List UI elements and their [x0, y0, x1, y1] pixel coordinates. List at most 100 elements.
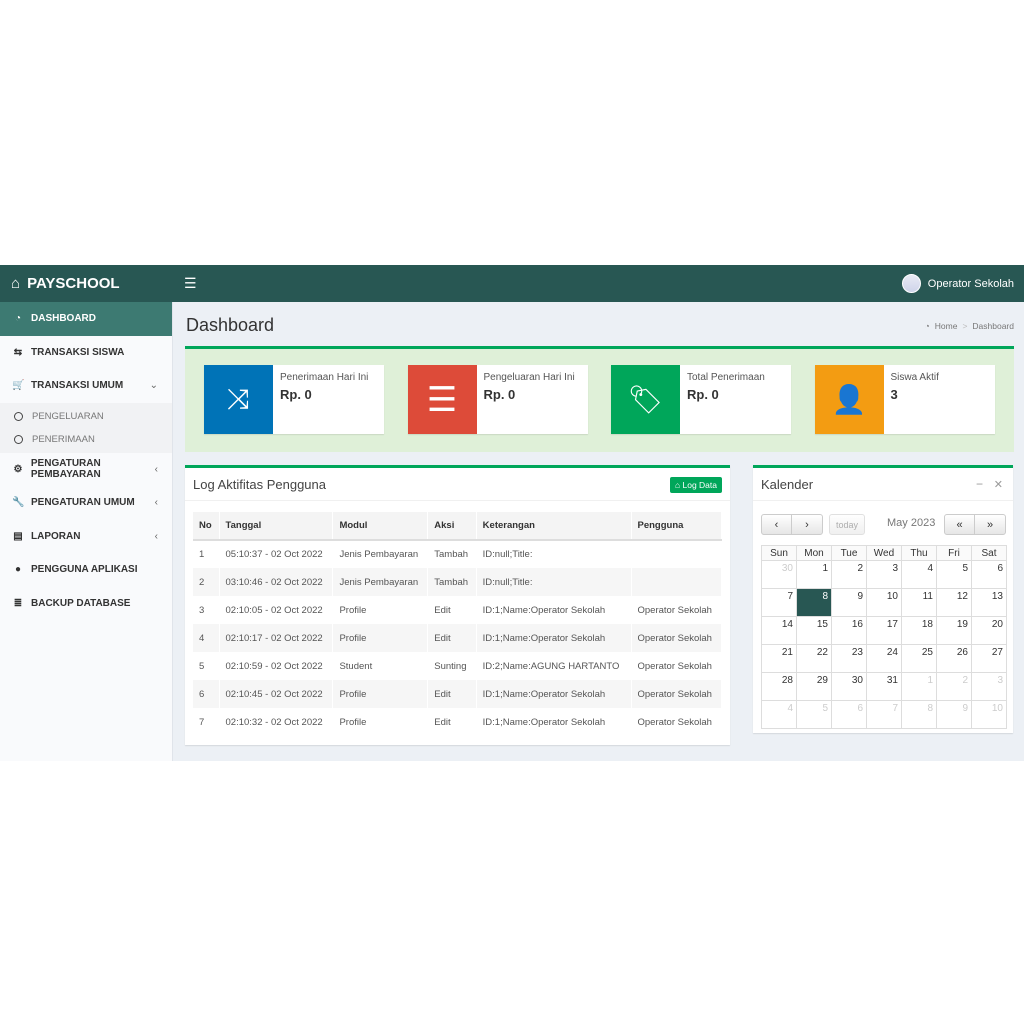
table-cell: 05:10:37 - 02 Oct 2022 [219, 540, 334, 568]
table-cell: 02:10:05 - 02 Oct 2022 [219, 596, 334, 624]
calendar-week: 28 29 30 31 1 2 3 [761, 672, 1007, 701]
shuffle-icon: ⤨ [204, 365, 273, 434]
user-name: Operator Sekolah [927, 277, 1014, 290]
sidebar-item-label: PENGATURAN PEMBAYARAN [30, 458, 101, 481]
log-panel: Log Aktifitas Pengguna ⌂ Log Data No Tangg… [185, 465, 730, 745]
calendar-day[interactable]: 28 [761, 672, 797, 701]
calendar-day[interactable]: 2 [936, 672, 972, 701]
calendar-day-today[interactable]: 8 [796, 588, 832, 617]
calendar-day[interactable]: 23 [831, 644, 867, 673]
calendar-day[interactable]: 30 [761, 560, 797, 589]
calendar-day[interactable]: 9 [936, 700, 972, 729]
sidebar-item-pengaturan-umum[interactable]: 🔧 PENGATURAN UMUM ‹ [0, 486, 172, 520]
calendar-day[interactable]: 24 [866, 644, 902, 673]
sidebar-item-label: PENGGUNA APLIKASI [31, 564, 138, 576]
calendar-day[interactable]: 7 [866, 700, 902, 729]
calendar-day[interactable]: 26 [936, 644, 972, 673]
user-menu[interactable]: Operator Sekolah [901, 274, 1014, 293]
next-month-button[interactable]: › [792, 515, 822, 534]
calendar-day[interactable]: 3 [866, 560, 902, 589]
table-cell: ID:1;Name:Operator Sekolah [476, 624, 632, 652]
user-icon: 👤 [814, 365, 884, 434]
table-cell: Profile [332, 708, 429, 736]
caret-icon: ⌄ [149, 380, 158, 392]
calendar-day[interactable]: 3 [971, 672, 1007, 701]
calendar-day[interactable]: 29 [796, 672, 832, 701]
calendar-day[interactable]: 31 [866, 672, 902, 701]
calendar-day[interactable]: 22 [796, 644, 832, 673]
calendar-day[interactable]: 9 [831, 588, 867, 617]
calendar-day[interactable]: 10 [866, 588, 902, 617]
sidebar-item-label: TRANSAKSI SISWA [31, 346, 125, 358]
close-icon[interactable]: ✕ [994, 478, 1003, 491]
brand-logo[interactable]: ⌂ PAYSCHOOL [0, 265, 173, 302]
calendar-day[interactable]: 1 [796, 560, 832, 589]
calendar-day[interactable]: 2 [831, 560, 867, 589]
calendar-day[interactable]: 17 [866, 616, 902, 645]
calendar-day[interactable]: 25 [901, 644, 937, 673]
sidebar-item-pengaturan-pembayaran[interactable]: ⚙ PENGATURAN PEMBAYARAN ‹ [0, 453, 172, 487]
table-cell: Operator Sekolah [631, 652, 722, 680]
calendar-week: 4 5 6 7 8 9 10 [761, 700, 1007, 729]
calendar-day[interactable]: 10 [971, 700, 1007, 729]
table-cell: Edit [427, 624, 477, 652]
sidebar-toggle-menu-icon[interactable]: ☰ [184, 275, 197, 292]
sidebar-item-laporan[interactable]: ▤ LAPORAN ‹ [0, 520, 172, 554]
prev-year-button[interactable]: « [945, 515, 975, 534]
minimize-icon[interactable]: − [976, 477, 983, 491]
calendar-day[interactable]: 18 [901, 616, 937, 645]
calendar-panel: Kalender − ✕ ‹ › today May 2023 «» Sun Mon Tu… [753, 465, 1013, 733]
calendar-day[interactable]: 12 [936, 588, 972, 617]
sidebar-subitem[interactable]: PENGELUARAN [0, 405, 172, 428]
sidebar-item-backup-database[interactable]: ≣ BACKUP DATABASE [0, 587, 172, 621]
calendar-day[interactable]: 5 [936, 560, 972, 589]
calendar-day[interactable]: 30 [831, 672, 867, 701]
calendar-nav: ‹ › [761, 514, 823, 535]
calendar-day[interactable]: 20 [971, 616, 1007, 645]
info-box-value: 3 [890, 387, 898, 402]
table-cell: 02:10:45 - 02 Oct 2022 [219, 680, 334, 708]
calendar-day[interactable]: 15 [796, 616, 832, 645]
calendar-day[interactable]: 14 [761, 616, 797, 645]
today-button[interactable]: today [829, 514, 866, 535]
calendar-day[interactable]: 27 [971, 644, 1007, 673]
home-icon: ⌂ [11, 275, 21, 292]
column-header: No [193, 512, 220, 541]
calendar-day[interactable]: 21 [761, 644, 797, 673]
breadcrumb-current: Dashboard [972, 321, 1014, 331]
info-box-label: Total Penerimaan [687, 372, 765, 383]
breadcrumb-home[interactable]: Home [935, 321, 958, 331]
calendar-week: 30 1 2 3 4 5 6 [761, 560, 1007, 589]
sidebar-item-pengguna-aplikasi[interactable]: ● PENGGUNA APLIKASI [0, 553, 172, 587]
calendar-day[interactable]: 6 [971, 560, 1007, 589]
calendar-day[interactable]: 1 [901, 672, 937, 701]
column-header: Tanggal [219, 512, 334, 541]
table-cell: Jenis Pembayaran [332, 540, 429, 568]
calendar-day[interactable]: 4 [901, 560, 937, 589]
next-year-button[interactable]: » [975, 515, 1005, 534]
calendar-day[interactable]: 11 [901, 588, 937, 617]
calendar-day[interactable]: 7 [761, 588, 797, 617]
calendar-day[interactable]: 8 [901, 700, 937, 729]
calendar-day[interactable]: 16 [831, 616, 867, 645]
calendar-day[interactable]: 6 [831, 700, 867, 729]
wrench-icon: 🔧 [12, 497, 25, 509]
table-cell: Operator Sekolah [631, 708, 722, 736]
table-cell: 4 [193, 624, 220, 652]
sidebar-item-transaksi-siswa[interactable]: ⇆ TRANSAKSI SISWA [0, 336, 172, 370]
calendar-day[interactable]: 13 [971, 588, 1007, 617]
sidebar-subitem[interactable]: PENERIMAAN [0, 428, 172, 451]
calendar-day[interactable]: 19 [936, 616, 972, 645]
table-cell: Student [332, 652, 429, 680]
prev-month-button[interactable]: ‹ [762, 515, 792, 534]
calendar-title: Kalender [761, 476, 814, 492]
log-data-button[interactable]: ⌂ Log Data [670, 477, 722, 493]
calendar-day[interactable]: 4 [761, 700, 797, 729]
sidebar-item-transaksi-umum[interactable]: 🛒 TRANSAKSI UMUM ⌄ [0, 369, 172, 403]
database-icon: ≣ [13, 597, 23, 609]
calendar-day[interactable]: 5 [796, 700, 832, 729]
sidebar-item-dashboard[interactable]: ◔ DASHBOARD [0, 302, 172, 336]
weekday-header: Wed [866, 545, 902, 561]
dashboard-icon: ◔ [14, 313, 22, 325]
sidebar-item-label: TRANSAKSI UMUM [31, 380, 124, 392]
